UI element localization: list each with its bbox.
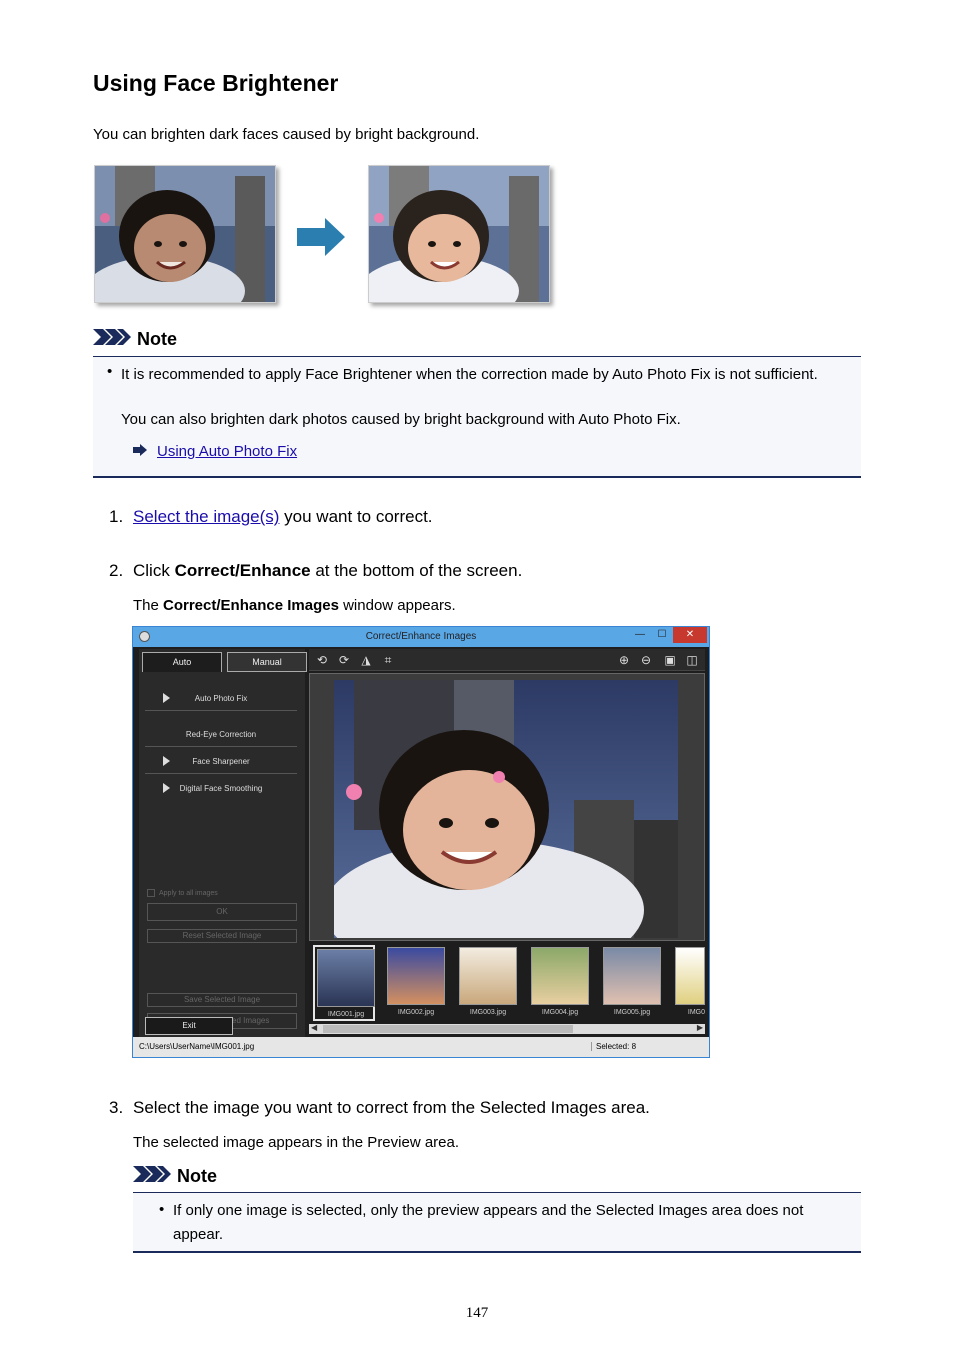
page-number: 147 [465, 1305, 489, 1321]
note-chevrons-icon [133, 1166, 171, 1187]
sub-bold: Correct/Enhance Images [163, 597, 339, 614]
menu-digital-face-smoothing[interactable]: Digital Face Smoothing [145, 775, 297, 801]
menu-red-eye-correction[interactable]: Red-Eye Correction [145, 721, 297, 747]
flip-icon[interactable]: ◮ [359, 653, 373, 667]
thumbnail-image [317, 949, 375, 1007]
crop-icon[interactable]: ⌗ [381, 653, 395, 667]
step-2-note: The Correct/Enhance Images window appear… [133, 597, 456, 614]
zoom-out-icon[interactable]: ⊖ [639, 653, 653, 667]
auto-photo-fix-link[interactable]: Using Auto Photo Fix [157, 443, 297, 460]
tab-manual[interactable]: Manual [227, 652, 307, 672]
checkbox[interactable] [147, 889, 155, 897]
thumbnail-item[interactable]: IMG001.jpg [313, 945, 375, 1021]
thumbnail-caption: IMG005.jpg [613, 1009, 651, 1016]
window-titlebar: Correct/Enhance Images — ☐ ✕ [133, 627, 709, 647]
note-text-2: You can also brighten dark photos caused… [121, 411, 681, 428]
note-label: Note [177, 1166, 217, 1186]
intro-text: You can brighten dark faces caused by br… [93, 126, 480, 143]
thumbnail-item[interactable]: IMG002.jpg [385, 945, 447, 1021]
step-text: Select the image you want to correct fro… [133, 1098, 650, 1117]
thumbnail-image [603, 947, 661, 1005]
thumbnail-caption: IMG003.jpg [469, 1009, 507, 1016]
zoom-in-icon[interactable]: ⊕ [617, 653, 631, 667]
thumbnail-item[interactable]: IMG005.jpg [601, 945, 663, 1021]
rotate-left-icon[interactable]: ⟲ [315, 653, 329, 667]
step-text-pre: Click [133, 561, 175, 580]
thumbnail-image [675, 947, 705, 1005]
rotate-right-icon[interactable]: ⟳ [337, 653, 351, 667]
note-heading: Note [93, 329, 177, 350]
note-label: Note [137, 329, 177, 349]
reset-selected-button[interactable]: Reset Selected Image [147, 929, 297, 943]
note-box: • It is recommended to apply Face Bright… [93, 356, 861, 478]
step-text: Click Correct/Enhance at the bottom of t… [133, 561, 522, 581]
step-text-bold: Correct/Enhance [174, 561, 311, 580]
minimize-button[interactable]: — [629, 627, 651, 643]
correct-enhance-window: Correct/Enhance Images — ☐ ✕ Auto Manual… [132, 626, 710, 1058]
menu-face-sharpener[interactable]: Face Sharpener [145, 748, 297, 774]
exit-button[interactable]: Exit [145, 1017, 233, 1035]
thumbnail-image [531, 947, 589, 1005]
scroll-right-icon[interactable]: ▶ [697, 1023, 703, 1032]
note-text: If only one image is selected, only the … [173, 1202, 804, 1243]
selected-images-area: IMG001.jpg IMG002.jpg IMG003.jpg IMG004.… [309, 943, 705, 1023]
thumbnail-image [459, 947, 517, 1005]
sub-post: window appears. [338, 597, 456, 614]
checkbox-label: Apply to all images [159, 889, 218, 897]
thumbnail-caption: IMG004.jpg [541, 1009, 579, 1016]
thumbnail-caption: IMG0 [687, 1009, 705, 1016]
apply-all-checkbox[interactable]: Apply to all images [147, 889, 218, 897]
menu-label: Face Sharpener [192, 757, 250, 766]
preview-toolbar: ⟲ ⟳ ◮ ⌗ ⊕ ⊖ ▣ ◫ [309, 649, 705, 671]
thumbnail-caption: IMG001.jpg [327, 1011, 365, 1018]
link-row: Using Auto Photo Fix [133, 443, 297, 460]
selected-count: Selected: 8 [591, 1042, 636, 1051]
menu-label: Red-Eye Correction [185, 730, 257, 739]
thumbnail-image [387, 947, 445, 1005]
after-photo [368, 165, 550, 303]
scroll-left-icon[interactable]: ◀ [311, 1023, 317, 1032]
select-images-link[interactable]: Select the image(s) [133, 507, 279, 526]
preview-image [334, 680, 678, 938]
step-text-tail: you want to correct. [279, 507, 433, 526]
maximize-button[interactable]: ☐ [651, 627, 673, 643]
bullet: • [107, 363, 113, 380]
step-text: Select the image(s) you want to correct. [133, 507, 433, 527]
step-3-note: The selected image appears in the Previe… [133, 1134, 460, 1151]
menu-auto-photo-fix[interactable]: Auto Photo Fix [145, 685, 297, 711]
right-arrow-icon [297, 218, 347, 261]
note-text: It is recommended to apply Face Brighten… [121, 366, 818, 383]
page-title: Using Face Brightener [93, 70, 339, 96]
note-chevrons-icon [93, 329, 131, 350]
step-text-post: at the bottom of the screen. [310, 561, 523, 580]
preview-area [309, 673, 705, 941]
save-selected-button[interactable]: Save Selected Image [147, 993, 297, 1007]
close-button[interactable]: ✕ [673, 627, 707, 643]
step-number: 2. [109, 561, 124, 580]
menu-label: Auto Photo Fix [194, 694, 248, 703]
before-photo [94, 165, 276, 303]
menu-label: Digital Face Smoothing [179, 784, 263, 793]
ok-button[interactable]: OK [147, 903, 297, 921]
step-number: 1. [109, 507, 124, 526]
thumbnail-scrollbar[interactable]: ◀ ▶ [309, 1023, 705, 1034]
arrow-right-icon [133, 443, 147, 460]
file-path: C:\Users\UserName\IMG001.jpg [139, 1042, 255, 1051]
tab-auto[interactable]: Auto [142, 652, 222, 672]
full-view-icon[interactable]: ▣ [663, 653, 677, 667]
compare-view-icon[interactable]: ◫ [685, 653, 699, 667]
correction-panel: Auto Manual Auto Photo Fix Red-Eye Corre… [139, 649, 307, 1037]
scrollbar-thumb[interactable] [323, 1025, 573, 1033]
window-title: Correct/Enhance Images [365, 631, 477, 642]
thumbnail-item[interactable]: IMG0 [673, 945, 705, 1021]
status-bar: C:\Users\UserName\IMG001.jpg Selected: 8 [133, 1037, 709, 1057]
note-box-2: • If only one image is selected, only th… [133, 1192, 861, 1253]
thumbnail-caption: IMG002.jpg [397, 1009, 435, 1016]
sub-pre: The [133, 597, 164, 614]
thumbnail-item[interactable]: IMG003.jpg [457, 945, 519, 1021]
step-number: 3. [109, 1098, 124, 1117]
note-heading-2: Note [133, 1166, 217, 1187]
bullet: • [159, 1201, 165, 1218]
thumbnail-item[interactable]: IMG004.jpg [529, 945, 591, 1021]
